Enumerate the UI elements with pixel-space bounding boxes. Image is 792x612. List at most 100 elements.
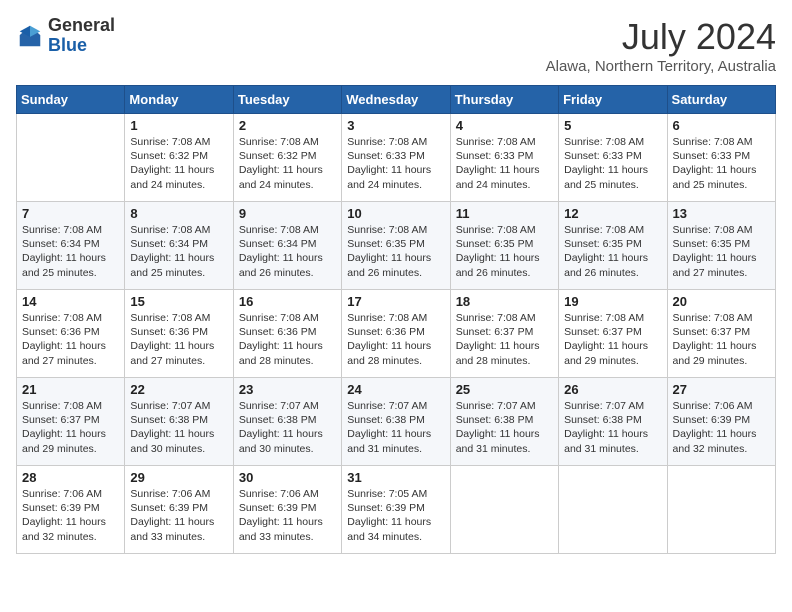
logo-text: General Blue	[48, 16, 115, 56]
cell-info: Sunrise: 7:08 AMSunset: 6:36 PMDaylight:…	[239, 311, 336, 368]
day-number: 11	[456, 206, 553, 221]
cell-info: Sunrise: 7:08 AMSunset: 6:36 PMDaylight:…	[347, 311, 444, 368]
day-number: 8	[130, 206, 227, 221]
month-year: July 2024	[546, 16, 776, 58]
day-number: 30	[239, 470, 336, 485]
calendar-cell	[17, 114, 125, 202]
calendar-cell: 3 Sunrise: 7:08 AMSunset: 6:33 PMDaylight…	[342, 114, 450, 202]
header-row: SundayMondayTuesdayWednesdayThursdayFrid…	[17, 86, 776, 114]
day-number: 15	[130, 294, 227, 309]
week-row-3: 14 Sunrise: 7:08 AMSunset: 6:36 PMDayligh…	[17, 290, 776, 378]
calendar-cell: 17 Sunrise: 7:08 AMSunset: 6:36 PMDayligh…	[342, 290, 450, 378]
calendar-table: SundayMondayTuesdayWednesdayThursdayFrid…	[16, 85, 776, 554]
day-number: 9	[239, 206, 336, 221]
day-number: 6	[673, 118, 770, 133]
day-number: 27	[673, 382, 770, 397]
day-number: 22	[130, 382, 227, 397]
calendar-cell: 27 Sunrise: 7:06 AMSunset: 6:39 PMDayligh…	[667, 378, 775, 466]
cell-info: Sunrise: 7:07 AMSunset: 6:38 PMDaylight:…	[347, 399, 444, 456]
cell-info: Sunrise: 7:08 AMSunset: 6:34 PMDaylight:…	[22, 223, 119, 280]
location: Alawa, Northern Territory, Australia	[546, 58, 776, 75]
calendar-cell: 26Sunrise: 7:07 AMSunset: 6:38 PMDayligh…	[559, 378, 667, 466]
day-number: 31	[347, 470, 444, 485]
cell-info: Sunrise: 7:07 AMSunset: 6:38 PMDaylight:…	[239, 399, 336, 456]
col-header-thursday: Thursday	[450, 86, 558, 114]
cell-info: Sunrise: 7:08 AMSunset: 6:33 PMDaylight:…	[347, 135, 444, 192]
day-number: 14	[22, 294, 119, 309]
day-number: 16	[239, 294, 336, 309]
cell-info: Sunrise: 7:05 AMSunset: 6:39 PMDaylight:…	[347, 487, 444, 544]
cell-info: Sunrise: 7:08 AMSunset: 6:37 PMDaylight:…	[564, 311, 661, 368]
calendar-cell: 19Sunrise: 7:08 AMSunset: 6:37 PMDayligh…	[559, 290, 667, 378]
calendar-cell: 18 Sunrise: 7:08 AMSunset: 6:37 PMDayligh…	[450, 290, 558, 378]
calendar-cell	[450, 466, 558, 554]
calendar-cell: 13 Sunrise: 7:08 AMSunset: 6:35 PMDayligh…	[667, 202, 775, 290]
col-header-monday: Monday	[125, 86, 233, 114]
week-row-2: 7Sunrise: 7:08 AMSunset: 6:34 PMDaylight…	[17, 202, 776, 290]
cell-info: Sunrise: 7:08 AMSunset: 6:36 PMDaylight:…	[130, 311, 227, 368]
logo-blue: Blue	[48, 36, 115, 56]
day-number: 2	[239, 118, 336, 133]
cell-info: Sunrise: 7:08 AMSunset: 6:33 PMDaylight:…	[564, 135, 661, 192]
calendar-cell: 23 Sunrise: 7:07 AMSunset: 6:38 PMDayligh…	[233, 378, 341, 466]
cell-info: Sunrise: 7:06 AMSunset: 6:39 PMDaylight:…	[22, 487, 119, 544]
day-number: 13	[673, 206, 770, 221]
calendar-cell: 25Sunrise: 7:07 AMSunset: 6:38 PMDayligh…	[450, 378, 558, 466]
calendar-cell: 1 Sunrise: 7:08 AMSunset: 6:32 PMDaylight…	[125, 114, 233, 202]
day-number: 3	[347, 118, 444, 133]
week-row-1: 1 Sunrise: 7:08 AMSunset: 6:32 PMDaylight…	[17, 114, 776, 202]
logo-icon	[16, 22, 44, 50]
cell-info: Sunrise: 7:08 AMSunset: 6:36 PMDaylight:…	[22, 311, 119, 368]
cell-info: Sunrise: 7:08 AMSunset: 6:32 PMDaylight:…	[239, 135, 336, 192]
cell-info: Sunrise: 7:08 AMSunset: 6:35 PMDaylight:…	[347, 223, 444, 280]
title-block: July 2024 Alawa, Northern Territory, Aus…	[546, 16, 776, 75]
cell-info: Sunrise: 7:08 AMSunset: 6:34 PMDaylight:…	[130, 223, 227, 280]
calendar-cell: 29Sunrise: 7:06 AMSunset: 6:39 PMDayligh…	[125, 466, 233, 554]
day-number: 1	[130, 118, 227, 133]
calendar-cell: 24Sunrise: 7:07 AMSunset: 6:38 PMDayligh…	[342, 378, 450, 466]
cell-info: Sunrise: 7:06 AMSunset: 6:39 PMDaylight:…	[239, 487, 336, 544]
day-number: 23	[239, 382, 336, 397]
week-row-5: 28 Sunrise: 7:06 AMSunset: 6:39 PMDayligh…	[17, 466, 776, 554]
cell-info: Sunrise: 7:08 AMSunset: 6:37 PMDaylight:…	[456, 311, 553, 368]
day-number: 18	[456, 294, 553, 309]
calendar-cell: 6 Sunrise: 7:08 AMSunset: 6:33 PMDaylight…	[667, 114, 775, 202]
calendar-cell: 28 Sunrise: 7:06 AMSunset: 6:39 PMDayligh…	[17, 466, 125, 554]
day-number: 21	[22, 382, 119, 397]
cell-info: Sunrise: 7:08 AMSunset: 6:37 PMDaylight:…	[22, 399, 119, 456]
cell-info: Sunrise: 7:08 AMSunset: 6:32 PMDaylight:…	[130, 135, 227, 192]
calendar-cell: 31 Sunrise: 7:05 AMSunset: 6:39 PMDayligh…	[342, 466, 450, 554]
calendar-cell: 30 Sunrise: 7:06 AMSunset: 6:39 PMDayligh…	[233, 466, 341, 554]
logo-general: General	[48, 16, 115, 36]
cell-info: Sunrise: 7:08 AMSunset: 6:35 PMDaylight:…	[564, 223, 661, 280]
page-header: General Blue July 2024 Alawa, Northern T…	[16, 16, 776, 75]
calendar-cell: 4Sunrise: 7:08 AMSunset: 6:33 PMDaylight…	[450, 114, 558, 202]
calendar-cell	[559, 466, 667, 554]
day-number: 5	[564, 118, 661, 133]
cell-info: Sunrise: 7:08 AMSunset: 6:34 PMDaylight:…	[239, 223, 336, 280]
calendar-cell: 14 Sunrise: 7:08 AMSunset: 6:36 PMDayligh…	[17, 290, 125, 378]
calendar-cell: 12 Sunrise: 7:08 AMSunset: 6:35 PMDayligh…	[559, 202, 667, 290]
calendar-cell: 9 Sunrise: 7:08 AMSunset: 6:34 PMDaylight…	[233, 202, 341, 290]
col-header-friday: Friday	[559, 86, 667, 114]
cell-info: Sunrise: 7:08 AMSunset: 6:33 PMDaylight:…	[673, 135, 770, 192]
calendar-cell: 11Sunrise: 7:08 AMSunset: 6:35 PMDayligh…	[450, 202, 558, 290]
calendar-cell: 8 Sunrise: 7:08 AMSunset: 6:34 PMDaylight…	[125, 202, 233, 290]
cell-info: Sunrise: 7:08 AMSunset: 6:35 PMDaylight:…	[673, 223, 770, 280]
calendar-cell: 22Sunrise: 7:07 AMSunset: 6:38 PMDayligh…	[125, 378, 233, 466]
calendar-cell: 15 Sunrise: 7:08 AMSunset: 6:36 PMDayligh…	[125, 290, 233, 378]
day-number: 17	[347, 294, 444, 309]
day-number: 10	[347, 206, 444, 221]
day-number: 20	[673, 294, 770, 309]
calendar-cell: 5 Sunrise: 7:08 AMSunset: 6:33 PMDaylight…	[559, 114, 667, 202]
col-header-wednesday: Wednesday	[342, 86, 450, 114]
day-number: 4	[456, 118, 553, 133]
calendar-cell: 21 Sunrise: 7:08 AMSunset: 6:37 PMDayligh…	[17, 378, 125, 466]
day-number: 25	[456, 382, 553, 397]
day-number: 28	[22, 470, 119, 485]
cell-info: Sunrise: 7:06 AMSunset: 6:39 PMDaylight:…	[673, 399, 770, 456]
calendar-cell: 7Sunrise: 7:08 AMSunset: 6:34 PMDaylight…	[17, 202, 125, 290]
day-number: 12	[564, 206, 661, 221]
calendar-cell: 20Sunrise: 7:08 AMSunset: 6:37 PMDayligh…	[667, 290, 775, 378]
cell-info: Sunrise: 7:06 AMSunset: 6:39 PMDaylight:…	[130, 487, 227, 544]
